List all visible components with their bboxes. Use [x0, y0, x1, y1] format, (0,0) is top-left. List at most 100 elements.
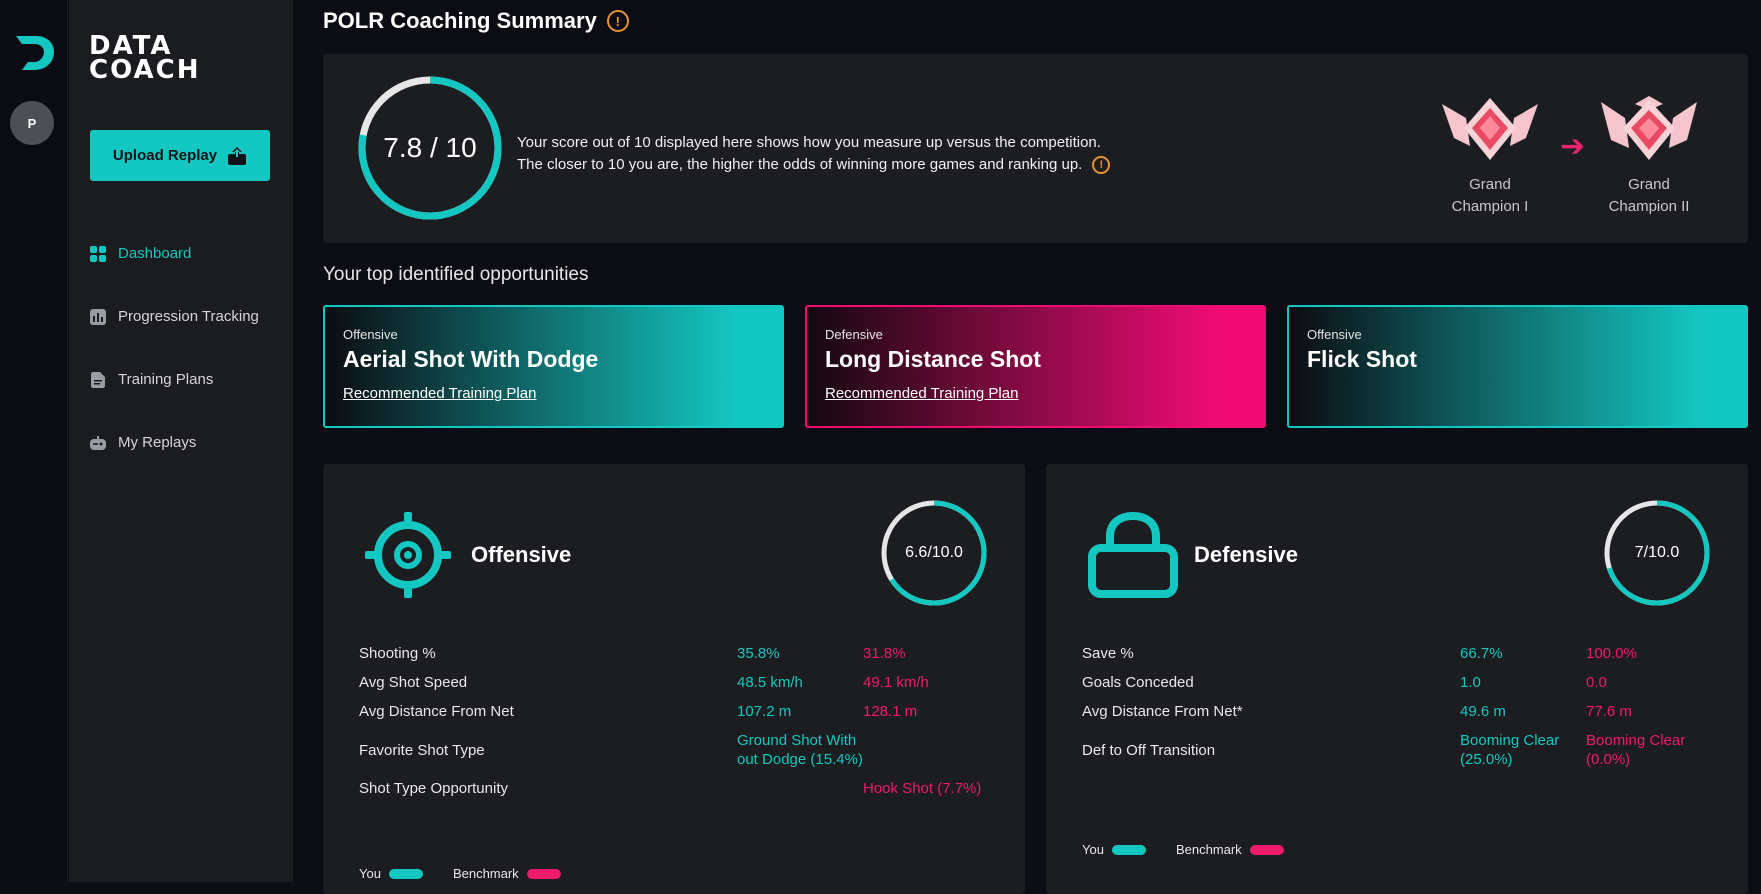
rank-next-line-2: Champion II — [1608, 198, 1690, 215]
stat-benchmark: Hook Shot (7.7%) — [863, 780, 982, 797]
stat-you: 35.8% — [737, 645, 780, 662]
stat-row: Avg Distance From Net 107.2 m 128.1 m — [359, 702, 999, 721]
app-rail: P — [0, 0, 68, 882]
stat-label: Avg Distance From Net — [359, 703, 514, 720]
summary-card: 7.8 / 10 Your score out of 10 displayed … — [323, 54, 1748, 243]
recommended-training-plan-link[interactable]: Recommended Training Plan — [343, 385, 536, 402]
offensive-legend: You Benchmark — [359, 866, 583, 881]
page-title: POLR Coaching Summary ! — [323, 8, 629, 34]
upload-replay-label: Upload Replay — [112, 147, 218, 164]
summary-description: Your score out of 10 displayed here show… — [517, 132, 1111, 176]
stat-you: 107.2 m — [737, 703, 792, 720]
grid-icon — [90, 245, 106, 262]
legend-you-swatch — [388, 868, 423, 879]
sidebar-nav: Dashboard Progression Tracking Training … — [90, 222, 290, 474]
stat-label: Avg Distance From Net* — [1082, 703, 1243, 720]
opportunity-card-flick-shot[interactable]: Offensive Flick Shot — [1287, 305, 1748, 428]
stat-label: Goals Conceded — [1082, 674, 1194, 691]
sidebar-item-label: Training Plans — [118, 371, 214, 388]
info-warning-icon[interactable]: ! — [1092, 156, 1111, 174]
legend-benchmark-swatch — [1249, 844, 1284, 855]
offensive-panel: Offensive 6.6/10.0 Shooting % 35.8% 31.8… — [323, 464, 1025, 894]
summary-desc-line-1: Your score out of 10 displayed here show… — [517, 134, 1101, 151]
controller-icon — [90, 435, 106, 451]
stat-row: Avg Distance From Net* 49.6 m 77.6 m — [1082, 702, 1722, 721]
recommended-training-plan-link[interactable]: Recommended Training Plan — [825, 385, 1018, 402]
stat-you: Booming Clear (25.0%) — [1460, 732, 1560, 768]
legend-benchmark-label: Benchmark — [1175, 842, 1242, 857]
avatar[interactable]: P — [10, 101, 54, 145]
legend-you-label: You — [359, 866, 381, 881]
stat-row: Favorite Shot Type Ground Shot With out … — [359, 731, 999, 769]
summary-desc-line-2: The closer to 10 you are, the higher the… — [517, 156, 1083, 173]
offensive-score-value: 6.6/10.0 — [905, 544, 963, 561]
offensive-stats: Shooting % 35.8% 31.8% Avg Shot Speed 48… — [359, 644, 999, 808]
defensive-title: Defensive — [1194, 542, 1298, 567]
rank-next: Grand Champion II — [1594, 94, 1704, 218]
data-coach-logo-icon[interactable] — [12, 30, 56, 74]
overall-score-value: 7.8 / 10 — [383, 132, 477, 163]
offensive-title: Offensive — [471, 542, 572, 567]
rank-up-arrow-icon: ➔ — [1560, 130, 1586, 163]
brand-line-2: COACH — [89, 55, 201, 85]
stat-label: Shooting % — [359, 645, 436, 662]
defensive-legend: You Benchmark — [1082, 842, 1306, 857]
stat-row: Avg Shot Speed 48.5 km/h 49.1 km/h — [359, 673, 999, 692]
rank-current: Grand Champion I — [1435, 94, 1545, 218]
brand-wordmark: DATA COACH — [89, 33, 201, 85]
stat-label: Avg Shot Speed — [359, 674, 468, 691]
sidebar: DATA COACH Upload Replay Dashboard Progr… — [69, 0, 293, 882]
stat-row: Save % 66.7% 100.0% — [1082, 644, 1722, 663]
stat-label: Favorite Shot Type — [359, 741, 485, 759]
opportunity-card-long-distance-shot[interactable]: Defensive Long Distance Shot Recommended… — [805, 305, 1266, 428]
stat-you: 1.0 — [1460, 674, 1481, 691]
stat-row: Def to Off Transition Booming Clear (25.… — [1082, 731, 1722, 769]
legend-benchmark-label: Benchmark — [452, 866, 519, 881]
lock-icon — [1088, 512, 1178, 598]
opportunity-name: Aerial Shot With Dodge — [343, 346, 599, 372]
stat-benchmark: 31.8% — [863, 645, 906, 662]
sidebar-item-training-plans[interactable]: Training Plans — [90, 348, 290, 411]
document-icon — [90, 371, 106, 388]
upload-icon — [228, 146, 247, 165]
rank-current-line-2: Champion I — [1451, 198, 1529, 215]
defensive-score-value: 7/10.0 — [1634, 544, 1680, 561]
stat-row: Shot Type Opportunity Hook Shot (7.7%) — [359, 779, 999, 798]
grand-champion-rank-icon — [1601, 96, 1697, 160]
opportunity-name: Long Distance Shot — [825, 346, 1041, 372]
stat-you: Ground Shot With out Dodge (15.4%) — [737, 732, 863, 768]
rank-current-line-1: Grand — [1469, 176, 1511, 193]
legend-benchmark-swatch — [526, 868, 561, 879]
opportunity-name: Flick Shot — [1307, 346, 1417, 372]
stat-row: Shooting % 35.8% 31.8% — [359, 644, 999, 663]
stat-label: Shot Type Opportunity — [359, 780, 508, 797]
sidebar-item-label: Progression Tracking — [118, 308, 259, 325]
stat-label: Save % — [1082, 645, 1134, 662]
sidebar-item-label: Dashboard — [118, 245, 192, 262]
page-title-text: POLR Coaching Summary — [323, 8, 597, 33]
stat-benchmark: 128.1 m — [863, 703, 918, 720]
defensive-stats: Save % 66.7% 100.0% Goals Conceded 1.0 0… — [1082, 644, 1722, 779]
sidebar-item-my-replays[interactable]: My Replays — [90, 411, 290, 474]
target-icon — [365, 512, 451, 598]
main-content: POLR Coaching Summary ! 7.8 / 10 Your sc… — [293, 0, 1761, 894]
bar-chart-icon — [90, 308, 106, 325]
stat-benchmark: 100.0% — [1586, 645, 1637, 662]
sidebar-item-label: My Replays — [118, 434, 197, 451]
legend-you-swatch — [1111, 844, 1146, 855]
rank-next-line-1: Grand — [1628, 176, 1670, 193]
opportunity-category: Offensive — [1307, 327, 1362, 342]
grand-champion-rank-icon — [1442, 98, 1538, 160]
stat-benchmark: 0.0 — [1586, 674, 1607, 691]
defensive-panel: Defensive 7/10.0 Save % 66.7% 100.0% Goa… — [1046, 464, 1748, 894]
info-warning-icon[interactable]: ! — [606, 10, 629, 32]
stat-label: Def to Off Transition — [1082, 741, 1216, 759]
opportunity-card-aerial-shot[interactable]: Offensive Aerial Shot With Dodge Recomme… — [323, 305, 784, 428]
stat-benchmark: 49.1 km/h — [863, 674, 929, 691]
stat-benchmark: 77.6 m — [1586, 703, 1632, 720]
opportunities-title: Your top identified opportunities — [323, 264, 589, 285]
opportunity-category: Offensive — [343, 327, 398, 342]
sidebar-item-dashboard[interactable]: Dashboard — [90, 222, 290, 285]
upload-replay-button[interactable]: Upload Replay — [90, 130, 270, 181]
sidebar-item-progression-tracking[interactable]: Progression Tracking — [90, 285, 290, 348]
